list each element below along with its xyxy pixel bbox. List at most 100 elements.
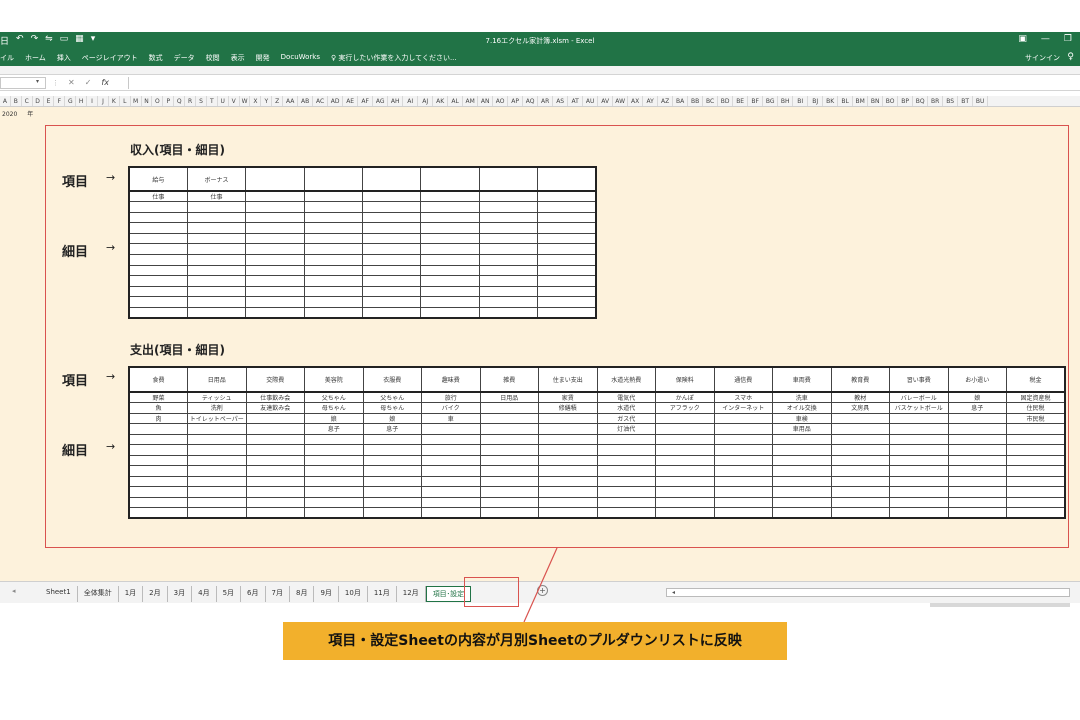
detail-cell[interactable] (304, 465, 364, 477)
detail-cell[interactable] (421, 507, 481, 519)
detail-cell[interactable] (772, 454, 832, 466)
column-header[interactable]: B (11, 96, 22, 106)
detail-cell[interactable] (128, 507, 188, 519)
detail-cell[interactable] (889, 423, 949, 435)
detail-cell[interactable] (362, 475, 422, 487)
detail-cell[interactable] (361, 285, 422, 298)
column-header[interactable]: BN (868, 96, 884, 106)
detail-cell[interactable] (889, 486, 949, 498)
detail-cell[interactable] (304, 444, 364, 456)
detail-cell[interactable] (889, 465, 949, 477)
ribbon-tab[interactable]: ♀ 実行したい作業を入力してください... (331, 53, 457, 63)
detail-cell[interactable] (947, 444, 1007, 456)
ribbon-tab[interactable]: 表示 (231, 53, 245, 63)
detail-cell[interactable] (421, 465, 481, 477)
detail-cell[interactable] (537, 222, 597, 234)
column-header[interactable]: U (218, 96, 229, 106)
column-header[interactable]: W (240, 96, 251, 106)
detail-cell[interactable] (1006, 423, 1066, 435)
detail-cell[interactable] (478, 201, 539, 213)
detail-cell[interactable] (1006, 507, 1066, 519)
detail-cell[interactable] (128, 444, 188, 456)
detail-cell[interactable]: 息子 (947, 402, 1007, 414)
detail-cell[interactable] (421, 475, 481, 487)
ribbon-tab[interactable]: 数式 (149, 53, 163, 63)
detail-cell[interactable] (596, 465, 656, 477)
detail-cell[interactable]: 文房具 (830, 402, 890, 414)
detail-cell[interactable]: バイク (421, 402, 481, 414)
sheet-tab[interactable]: 4月 (192, 586, 217, 602)
detail-cell[interactable] (186, 307, 247, 319)
detail-cell[interactable] (245, 412, 305, 424)
detail-cell[interactable] (655, 486, 715, 498)
detail-cell[interactable] (596, 507, 656, 519)
sheet-tab[interactable]: 7月 (266, 586, 290, 602)
column-header[interactable]: L (120, 96, 131, 106)
detail-cell[interactable] (947, 465, 1007, 477)
detail-cell[interactable] (713, 444, 773, 456)
detail-cell[interactable] (186, 211, 247, 224)
ribbon-tab[interactable]: ページレイアウト (82, 53, 138, 63)
detail-cell[interactable] (947, 486, 1007, 498)
detail-cell[interactable]: 父ちゃん (304, 391, 364, 403)
detail-cell[interactable] (361, 222, 422, 234)
column-header[interactable]: N (142, 96, 153, 106)
sheet-tab[interactable]: 1月 (119, 586, 144, 602)
detail-cell[interactable]: 息子 (304, 423, 364, 435)
tab-scroll-left-icon[interactable]: ◂ (12, 587, 16, 595)
header-cell[interactable]: 雑費 (479, 366, 539, 393)
detail-cell[interactable] (830, 496, 890, 508)
column-header[interactable]: BF (748, 96, 764, 106)
detail-cell[interactable]: 友達飲み会 (245, 402, 305, 414)
detail-cell[interactable] (478, 243, 539, 256)
detail-cell[interactable] (478, 232, 539, 245)
detail-cell[interactable] (303, 211, 364, 224)
detail-cell[interactable] (830, 412, 890, 424)
detail-cell[interactable] (128, 454, 188, 466)
column-header[interactable]: AY (643, 96, 659, 106)
detail-cell[interactable] (537, 307, 597, 319)
column-header[interactable]: BS (943, 96, 959, 106)
detail-cell[interactable] (186, 275, 247, 287)
column-header[interactable]: AX (628, 96, 644, 106)
detail-cell[interactable] (420, 201, 480, 213)
detail-cell[interactable] (186, 264, 247, 277)
header-cell[interactable]: 習い事費 (889, 366, 949, 393)
detail-cell[interactable] (479, 402, 539, 414)
detail-cell[interactable]: 灯油代 (596, 423, 656, 435)
detail-cell[interactable] (421, 444, 481, 456)
detail-cell[interactable] (713, 475, 773, 487)
ribbon-tab[interactable]: DocuWorks (281, 53, 320, 63)
detail-cell[interactable] (186, 222, 247, 234)
detail-cell[interactable] (187, 423, 247, 435)
detail-cell[interactable] (830, 454, 890, 466)
detail-cell[interactable] (830, 433, 890, 445)
detail-cell[interactable] (537, 232, 597, 245)
detail-cell[interactable] (245, 211, 305, 224)
detail-cell[interactable] (128, 201, 188, 213)
column-header[interactable]: AG (373, 96, 389, 106)
detail-cell[interactable] (479, 486, 539, 498)
detail-cell[interactable] (596, 444, 656, 456)
detail-cell[interactable] (128, 222, 188, 234)
detail-cell[interactable] (128, 465, 188, 477)
detail-cell[interactable] (187, 444, 247, 456)
detail-cell[interactable]: 旅行 (421, 391, 481, 403)
detail-cell[interactable] (947, 496, 1007, 508)
column-header[interactable]: Y (261, 96, 273, 106)
column-header[interactable]: AE (343, 96, 359, 106)
detail-cell[interactable] (245, 486, 305, 498)
column-header[interactable]: S (196, 96, 207, 106)
detail-cell[interactable] (538, 486, 598, 498)
detail-cell[interactable] (420, 296, 480, 309)
header-cell[interactable]: 税金 (1006, 366, 1066, 393)
ribbon-tab[interactable]: 開発 (256, 53, 270, 63)
detail-cell[interactable] (303, 275, 364, 287)
detail-cell[interactable] (478, 211, 539, 224)
detail-cell[interactable] (655, 454, 715, 466)
detail-cell[interactable] (362, 486, 422, 498)
column-header[interactable]: R (185, 96, 197, 106)
detail-cell[interactable]: バスケットボール (889, 402, 949, 414)
detail-cell[interactable]: 父ちゃん (362, 391, 422, 403)
column-header[interactable]: AO (493, 96, 509, 106)
